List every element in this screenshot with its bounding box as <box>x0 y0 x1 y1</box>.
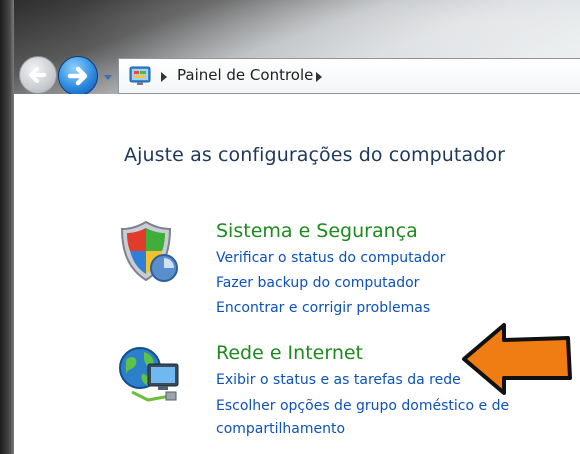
category-title-system-security[interactable]: Sistema e Segurança <box>216 220 418 242</box>
control-panel-icon <box>129 66 151 85</box>
annotation-arrow-icon <box>462 323 572 395</box>
link-check-computer-status[interactable]: Verificar o status do computador <box>216 250 445 266</box>
forward-button[interactable] <box>58 56 98 96</box>
network-globe-icon[interactable] <box>118 344 188 408</box>
forward-arrow-icon <box>67 66 88 86</box>
control-panel-window: Painel de Controle Ajuste as configuraçõ… <box>0 0 580 454</box>
security-shield-icon[interactable] <box>118 220 178 284</box>
breadcrumb-separator-icon[interactable] <box>159 71 169 83</box>
breadcrumb-control-panel[interactable]: Painel de Controle <box>177 66 313 84</box>
link-homegroup-options[interactable]: Escolher opções de grupo doméstico e de <box>216 398 509 414</box>
category-title-network-internet[interactable]: Rede e Internet <box>216 342 363 364</box>
link-sharing[interactable]: compartilhamento <box>216 421 345 437</box>
back-button[interactable] <box>19 56 57 94</box>
link-find-fix-problems[interactable]: Encontrar e corrigir problemas <box>216 300 430 316</box>
back-arrow-icon <box>29 67 46 83</box>
page-heading: Ajuste as configurações do computador <box>124 144 506 166</box>
recent-pages-dropdown[interactable] <box>101 70 115 84</box>
address-bar[interactable]: Painel de Controle <box>118 58 580 94</box>
breadcrumb-separator-icon[interactable] <box>314 71 324 83</box>
link-backup-computer[interactable]: Fazer backup do computador <box>216 275 419 291</box>
window-left-border <box>0 0 14 454</box>
content-pane: Ajuste as configurações do computador Si… <box>14 94 580 454</box>
link-view-network-status[interactable]: Exibir o status e as tarefas da rede <box>216 372 461 388</box>
